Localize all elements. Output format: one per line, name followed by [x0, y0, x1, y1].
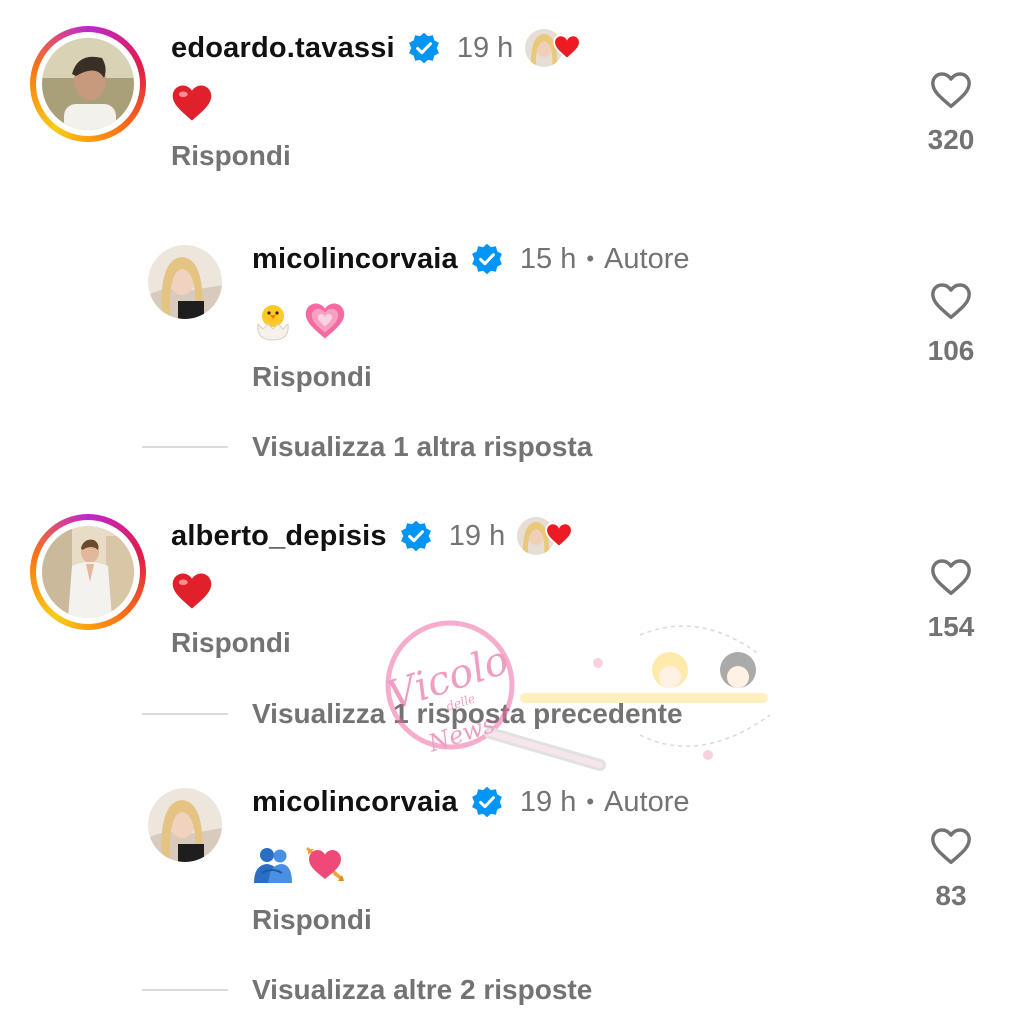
comment-time: 19 h: [456, 31, 514, 64]
like-button[interactable]: 320: [911, 70, 991, 156]
username[interactable]: micolincorvaia: [252, 243, 458, 276]
view-previous-reply-button[interactable]: Visualizza 1 risposta precedente: [142, 698, 683, 730]
avatar-micolincorvaia[interactable]: [148, 788, 222, 862]
heart-outline-icon: [931, 72, 971, 109]
red-heart-emoji: [172, 85, 212, 121]
avatar-micolincorvaia[interactable]: [148, 245, 222, 319]
heart-with-arrow-emoji: [306, 847, 344, 881]
heart-outline-icon: [931, 283, 971, 320]
comment-time: 19 h: [519, 785, 577, 818]
red-heart-emoji: [172, 573, 212, 609]
username[interactable]: edoardo.tavassi: [171, 32, 395, 65]
avatar-story-ring[interactable]: [30, 514, 146, 630]
liked-by-author-indicator: [517, 516, 575, 556]
like-count: 83: [935, 880, 967, 911]
avatar-alberto: [42, 526, 134, 618]
hatching-chick-emoji: [257, 305, 289, 341]
view-more-label: Visualizza altre 2 risposte: [252, 974, 593, 1005]
username[interactable]: micolincorvaia: [252, 786, 458, 819]
people-hugging-emoji: [254, 848, 292, 883]
like-count: 106: [927, 335, 975, 366]
separator-dot: •: [586, 246, 595, 271]
like-button[interactable]: 106: [911, 281, 991, 367]
like-count: 320: [927, 124, 975, 155]
reply-button[interactable]: Rispondi: [171, 140, 291, 172]
separator-dot: •: [586, 789, 595, 814]
view-more-label: Visualizza 1 risposta precedente: [252, 698, 683, 729]
view-more-label: Visualizza 1 altra risposta: [252, 431, 593, 462]
avatar-story-ring[interactable]: [30, 26, 146, 142]
like-button[interactable]: 154: [911, 557, 991, 643]
username[interactable]: alberto_depisis: [171, 520, 387, 553]
reply-button[interactable]: Rispondi: [171, 627, 291, 659]
verified-badge-icon: [408, 32, 439, 64]
author-label: Autore: [604, 242, 690, 275]
comment-micolincorvaia-2: micolincorvaia 19 h • Autore Rispondi 83: [0, 775, 1024, 1019]
thread-divider: [142, 989, 228, 991]
view-more-replies-button[interactable]: Visualizza 1 altra risposta: [142, 431, 592, 463]
avatar-edoardo: [42, 38, 134, 130]
red-heart-icon: [545, 522, 573, 548]
like-count: 154: [927, 611, 975, 642]
verified-badge-icon: [400, 520, 431, 552]
thread-divider: [142, 446, 228, 448]
verified-badge-icon: [472, 243, 502, 275]
verified-badge-icon: [472, 786, 502, 818]
comment-time: 19 h: [448, 519, 506, 552]
comment-edoardo: edoardo.tavassi 19 h Rispondi 320: [0, 0, 1024, 200]
view-more-replies-button[interactable]: Visualizza altre 2 risposte: [142, 974, 592, 1006]
red-heart-icon: [553, 34, 581, 60]
liked-by-author-indicator: [525, 28, 583, 68]
growing-heart-emoji: [305, 303, 345, 339]
comment-time: 15 h: [519, 242, 577, 275]
heart-outline-icon: [931, 559, 971, 596]
author-label: Autore: [604, 785, 690, 818]
like-button[interactable]: 83: [911, 826, 991, 912]
thread-divider: [142, 713, 228, 715]
heart-outline-icon: [931, 828, 971, 865]
reply-button[interactable]: Rispondi: [252, 904, 372, 936]
comment-alberto: alberto_depisis 19 h Rispondi 154 Visual…: [0, 488, 1024, 738]
reply-button[interactable]: Rispondi: [252, 361, 372, 393]
comment-micolincorvaia-1: micolincorvaia 15 h • Autore Rispondi 10…: [0, 230, 1024, 470]
